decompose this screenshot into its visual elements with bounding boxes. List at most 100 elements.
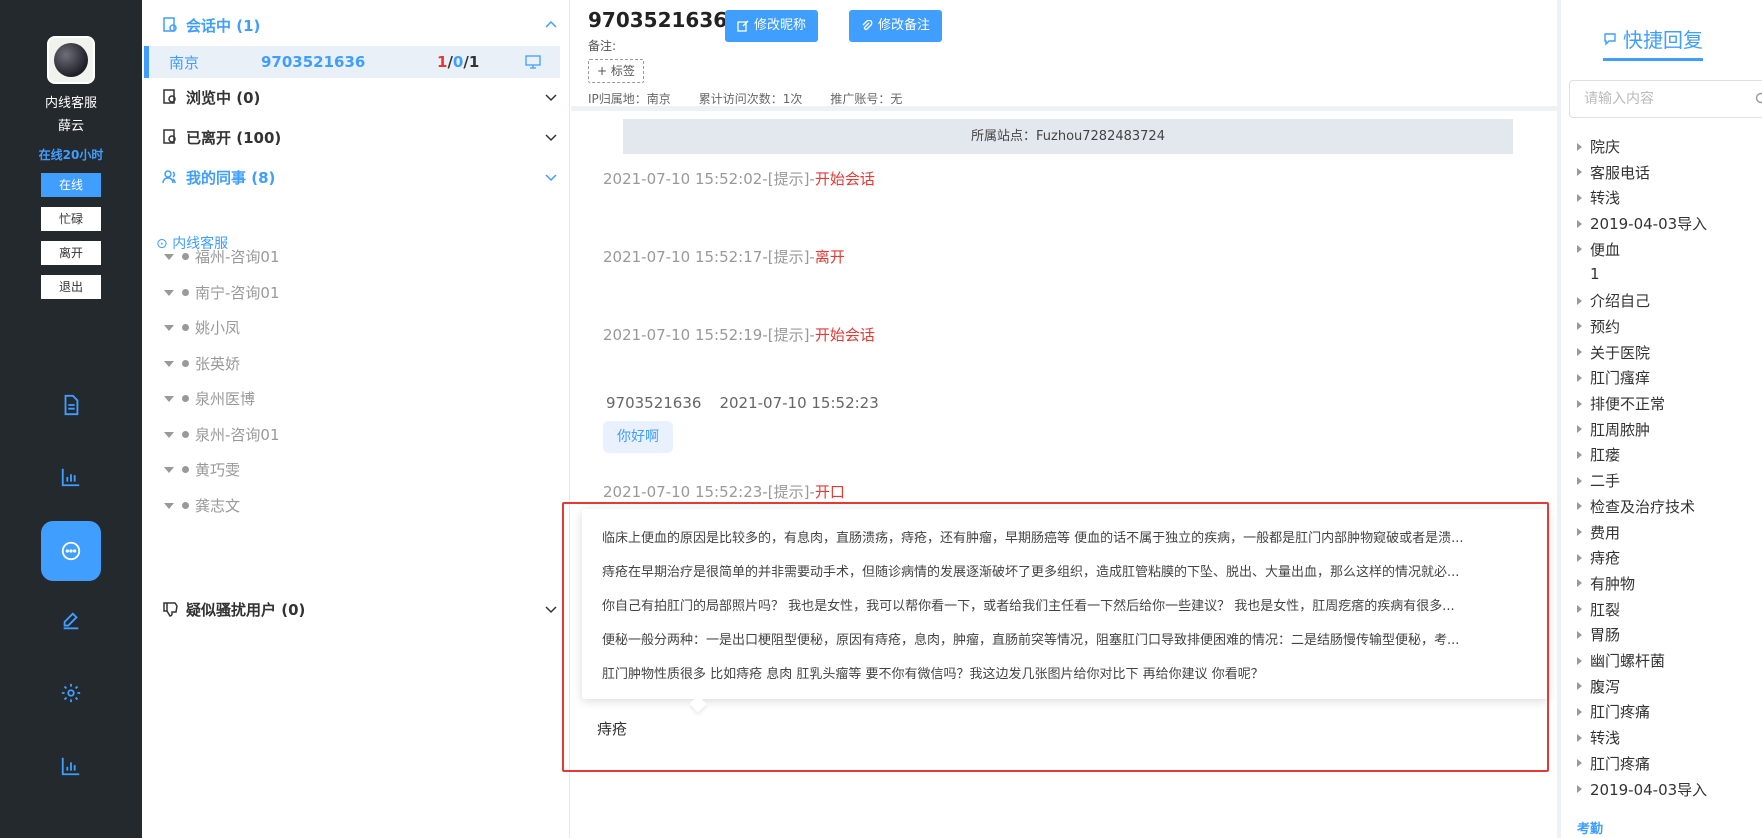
session-icon (163, 17, 177, 32)
quick-reply-item[interactable]: 肛裂 (1577, 599, 1620, 620)
quick-reply-item[interactable]: 检查及治疗技术 (1577, 496, 1695, 517)
add-tag-button[interactable]: + 标签 (588, 59, 644, 83)
panel-border (1557, 0, 1561, 838)
colleague-item[interactable]: 泉州医博 (164, 388, 255, 409)
expand-arrow-icon (1577, 630, 1582, 639)
status-dot (182, 324, 189, 331)
agent-name: 薛云 (57, 119, 84, 134)
quick-reply-item[interactable]: 关于医院 (1577, 342, 1650, 363)
attendance-link[interactable]: 考勤 (1577, 818, 1603, 837)
colleague-name: 姚小凤 (195, 319, 241, 337)
quick-reply-item[interactable]: 转浅 (1577, 187, 1620, 208)
avatar[interactable] (47, 36, 95, 84)
expand-arrow-icon (1577, 733, 1582, 742)
expand-arrow-icon (1577, 168, 1582, 177)
chat-icon[interactable] (41, 521, 101, 581)
quick-reply-item[interactable]: 胃肠 (1577, 624, 1620, 645)
stats-icon[interactable] (42, 737, 100, 795)
quick-reply-item[interactable]: 幽门螺杆菌 (1577, 650, 1665, 671)
session-item[interactable]: 南京 9703521636 1/0/1 (144, 46, 560, 78)
quick-reply-search-input[interactable]: 请输入内容 (1569, 80, 1762, 118)
expand-arrow-icon (1577, 399, 1582, 408)
visit-count: 累计访问次数：1次 (698, 92, 803, 106)
colleague-item[interactable]: 姚小凤 (164, 317, 240, 338)
quick-reply-item[interactable]: 肛周脓肿 (1577, 419, 1650, 440)
quick-reply-item[interactable]: 介绍自己 (1577, 290, 1650, 311)
edit-icon[interactable] (42, 592, 100, 650)
search-icon[interactable] (1755, 92, 1762, 106)
logout-button[interactable]: 退出 (41, 275, 101, 299)
chevron-down-icon[interactable] (544, 90, 558, 104)
status-busy-button[interactable]: 忙碌 (41, 207, 101, 231)
quick-reply-item[interactable]: 费用 (1577, 522, 1620, 543)
settings-icon[interactable] (42, 664, 100, 722)
quick-reply-item[interactable]: 预约 (1577, 316, 1620, 337)
quick-reply-item[interactable]: 肛门疼痛 (1577, 753, 1650, 774)
quick-reply-item[interactable]: 2019-04-03导入 (1577, 213, 1707, 234)
edit-note-button[interactable]: 修改备注 (849, 10, 943, 42)
quick-reply-item[interactable]: 转浅 (1577, 727, 1620, 748)
expand-arrow-icon (1577, 785, 1582, 793)
expand-arrow-icon (1577, 219, 1582, 228)
group-harassment[interactable]: 疑似骚扰用户 (0) (142, 594, 570, 624)
expand-arrow-icon (1577, 528, 1582, 536)
edit-nickname-button[interactable]: 修改昵称 (725, 10, 819, 42)
event-time: 2021-07-10 15:52:23-[提示]- (603, 483, 815, 501)
chevron-down-icon[interactable] (544, 130, 558, 144)
colleague-item[interactable]: 黄巧雯 (164, 459, 240, 480)
quick-reply-item[interactable]: 肛瘘 (1577, 444, 1620, 465)
quick-reply-item[interactable]: 院庆 (1577, 136, 1620, 157)
quick-reply-item[interactable]: 有肿物 (1577, 573, 1635, 594)
quick-reply-item-label: 排便不正常 (1590, 395, 1666, 413)
quick-reply-item-label: 肛周脓肿 (1590, 420, 1651, 439)
ip-location: IP归属地：南京 (588, 92, 671, 106)
colleague-item[interactable]: 福州-咨询01 (164, 246, 280, 267)
quick-reply-item[interactable]: 肛门瘙痒 (1577, 367, 1650, 388)
event-text: 离开 (814, 248, 845, 266)
document-icon[interactable] (42, 376, 100, 434)
visitor-message-header: 9703521636 2021-07-10 15:52:23 (606, 394, 879, 412)
quick-reply-item[interactable]: 2019-04-03导入 (1577, 779, 1707, 800)
group-colleagues[interactable]: 我的同事 (8) (142, 162, 570, 192)
colleague-item[interactable]: 泉州-咨询01 (164, 424, 280, 445)
quick-reply-item[interactable]: 1 (1577, 265, 1600, 283)
expand-arrow-icon (1577, 502, 1582, 511)
chevron-down-icon[interactable] (544, 602, 558, 616)
highlight-box (562, 502, 1549, 772)
quick-reply-item[interactable]: 腹泻 (1577, 676, 1620, 697)
quick-reply-item-label: 二手 (1590, 472, 1621, 491)
status-online-button[interactable]: 在线 (41, 173, 101, 197)
edit-icon (737, 20, 749, 32)
group-browsing[interactable]: 浏览中 (0) (142, 82, 570, 112)
expand-arrow-icon (1577, 142, 1582, 151)
quick-reply-item[interactable]: 二手 (1577, 470, 1620, 491)
quick-reply-item-label: 2019-04-03导入 (1590, 780, 1708, 799)
session-counts: 1/0/1 (437, 53, 480, 71)
quick-reply-item[interactable]: 便血 (1577, 239, 1620, 260)
quick-reply-item[interactable]: 肛门疼痛 (1577, 701, 1650, 722)
expand-arrow-icon (1577, 270, 1582, 278)
chevron-up-icon[interactable] (544, 18, 558, 32)
quick-reply-item[interactable]: 客服电话 (1577, 162, 1650, 183)
quick-reply-item-label: 肛门瘙痒 (1590, 369, 1651, 388)
chart-icon[interactable] (42, 448, 100, 506)
quick-reply-item-label: 有肿物 (1590, 574, 1636, 593)
status-away-button[interactable]: 离开 (41, 241, 101, 265)
quick-reply-tab[interactable]: 快捷回复 (1603, 24, 1703, 53)
group-left[interactable]: 已离开 (100) (142, 122, 570, 152)
quick-reply-panel: 快捷回复 请输入内容 院庆 客服电话 转浅 2019-04-03导入 便血 1 介绍自己 预约… (1565, 0, 1762, 838)
colleague-item[interactable]: 张英娇 (164, 353, 240, 374)
group-in-session[interactable]: 会话中 (1) (142, 10, 570, 40)
expand-arrow-icon (1577, 296, 1582, 305)
status-dot (182, 502, 189, 509)
colleague-item[interactable]: 龚志文 (164, 495, 240, 516)
status-dot (182, 395, 189, 402)
online-duration: 在线20小时 (38, 148, 104, 162)
expand-arrow-icon (1577, 759, 1582, 768)
expand-arrow-icon (1577, 579, 1582, 588)
chevron-down-icon[interactable] (544, 170, 558, 184)
expand-triangle-icon (164, 466, 174, 473)
quick-reply-item[interactable]: 痔疮 (1577, 547, 1620, 568)
colleague-item[interactable]: 南宁-咨询01 (164, 282, 280, 303)
quick-reply-item[interactable]: 排便不正常 (1577, 393, 1665, 414)
